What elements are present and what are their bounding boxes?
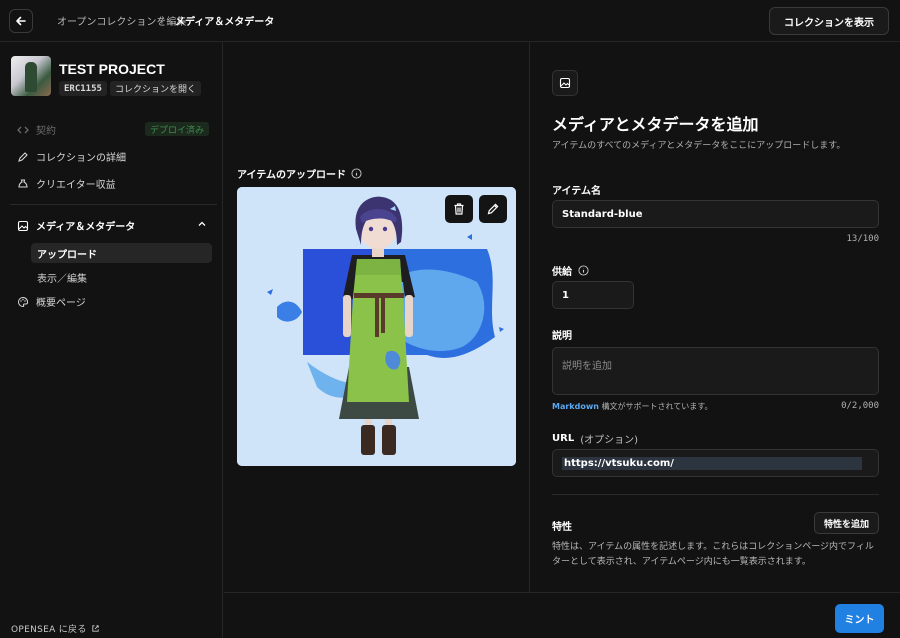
markdown-hint: Markdown 構文がサポートされています。	[552, 401, 712, 412]
info-icon[interactable]	[578, 265, 589, 276]
markdown-link[interactable]: Markdown	[552, 402, 599, 411]
uploaded-image-preview[interactable]	[237, 187, 516, 466]
breadcrumb-parent[interactable]: オープンコレクションを編集	[57, 13, 186, 28]
sidebar: TEST PROJECT ERC1155 コレクションを開く 契約 デプロイ済み…	[0, 42, 223, 638]
item-name-label: アイテム名	[552, 186, 601, 197]
edit-image-button[interactable]	[479, 195, 507, 223]
sidebar-divider	[10, 204, 217, 205]
sidebar-item-contract[interactable]: 契約	[17, 122, 56, 137]
upload-label-text: アイテムのアップロード	[237, 170, 346, 181]
mint-button[interactable]: ミント	[835, 604, 884, 633]
sidebar-item-label: クリエイター収益	[36, 180, 116, 191]
supply-input[interactable]: 1	[552, 281, 634, 309]
bottom-bar: ミント	[224, 592, 900, 638]
sidebar-item-creator-earnings[interactable]: クリエイター収益	[17, 176, 116, 191]
url-input-value: https://vtsuku.com/	[562, 456, 862, 470]
item-name-input[interactable]: Standard-blue	[552, 200, 879, 228]
metadata-form: メディアとメタデータを追加 アイテムのすべてのメディアとメタデータをここにアップ…	[531, 42, 900, 592]
url-label-text: URL	[552, 433, 575, 444]
trash-icon	[454, 203, 464, 215]
url-input[interactable]: https://vtsuku.com/	[552, 449, 879, 477]
sidebar-item-label: 概要ページ	[36, 298, 86, 309]
info-icon[interactable]	[351, 168, 362, 179]
sidebar-item-overview[interactable]: 概要ページ	[17, 294, 86, 309]
upload-label: アイテムのアップロード	[237, 166, 362, 181]
description-label: 説明	[552, 331, 572, 342]
image-icon	[559, 77, 571, 89]
pencil-icon	[17, 151, 29, 163]
upload-panel: アイテムのアップロード	[224, 42, 530, 592]
palette-icon	[17, 296, 29, 308]
external-link-icon	[92, 625, 99, 632]
open-collection-link[interactable]: コレクションを開く	[110, 81, 202, 96]
back-to-opensea-link[interactable]: OPENSEA に戻る	[11, 622, 100, 635]
image-icon	[17, 220, 29, 232]
sidebar-item-label: 契約	[36, 126, 56, 137]
sidebar-item-collection-details[interactable]: コレクションの詳細	[17, 149, 126, 164]
code-icon	[17, 124, 29, 136]
breadcrumb-separator: ›	[161, 13, 165, 24]
chevron-up-icon	[197, 219, 207, 232]
media-header-icon	[552, 70, 578, 96]
view-collection-button[interactable]: コレクションを表示	[769, 7, 889, 35]
form-title: メディアとメタデータを追加	[552, 115, 759, 134]
traits-description: 特性は、アイテムの属性を記述します。これらはコレクションページ内でフィルターとし…	[552, 542, 874, 567]
supply-label-text: 供給	[552, 267, 572, 278]
token-standard-tag: ERC1155	[59, 81, 107, 96]
character-illustration	[237, 187, 516, 466]
money-bag-icon	[17, 178, 29, 190]
arrow-left-icon	[16, 16, 26, 26]
form-divider	[552, 494, 879, 495]
back-to-opensea-label: OPENSEA に戻る	[11, 625, 87, 635]
form-subtitle: アイテムのすべてのメディアとメタデータをここにアップロードします。	[552, 141, 846, 151]
top-bar: オープンコレクションを編集 › メディア＆メタデータ コレクションを表示	[0, 0, 900, 42]
pencil-icon	[487, 203, 499, 215]
sidebar-section-media[interactable]: メディア＆メタデータ	[17, 218, 207, 233]
supply-label: 供給	[552, 263, 589, 278]
back-button[interactable]	[9, 9, 33, 33]
markdown-hint-text: 構文がサポートされています。	[598, 402, 713, 411]
sidebar-item-label: コレクションの詳細	[36, 153, 126, 164]
delete-image-button[interactable]	[445, 195, 473, 223]
url-label: URL (オプション)	[552, 431, 638, 446]
sidebar-item-view-edit[interactable]: 表示／編集	[31, 267, 212, 287]
description-counter: 0/2,000	[841, 401, 879, 411]
project-thumbnail	[11, 56, 51, 96]
deployed-badge: デプロイ済み	[145, 122, 210, 136]
sidebar-section-label: メディア＆メタデータ	[36, 222, 136, 233]
item-name-counter: 13/100	[846, 234, 879, 244]
add-trait-button[interactable]: 特性を追加	[813, 512, 879, 534]
traits-label: 特性	[552, 522, 572, 533]
url-optional: (オプション)	[580, 435, 639, 446]
description-textarea[interactable]: 説明を追加	[552, 347, 879, 395]
breadcrumb-current: メディア＆メタデータ	[175, 17, 275, 28]
project-title: TEST PROJECT	[59, 61, 165, 77]
sidebar-item-upload[interactable]: アップロード	[31, 243, 212, 263]
